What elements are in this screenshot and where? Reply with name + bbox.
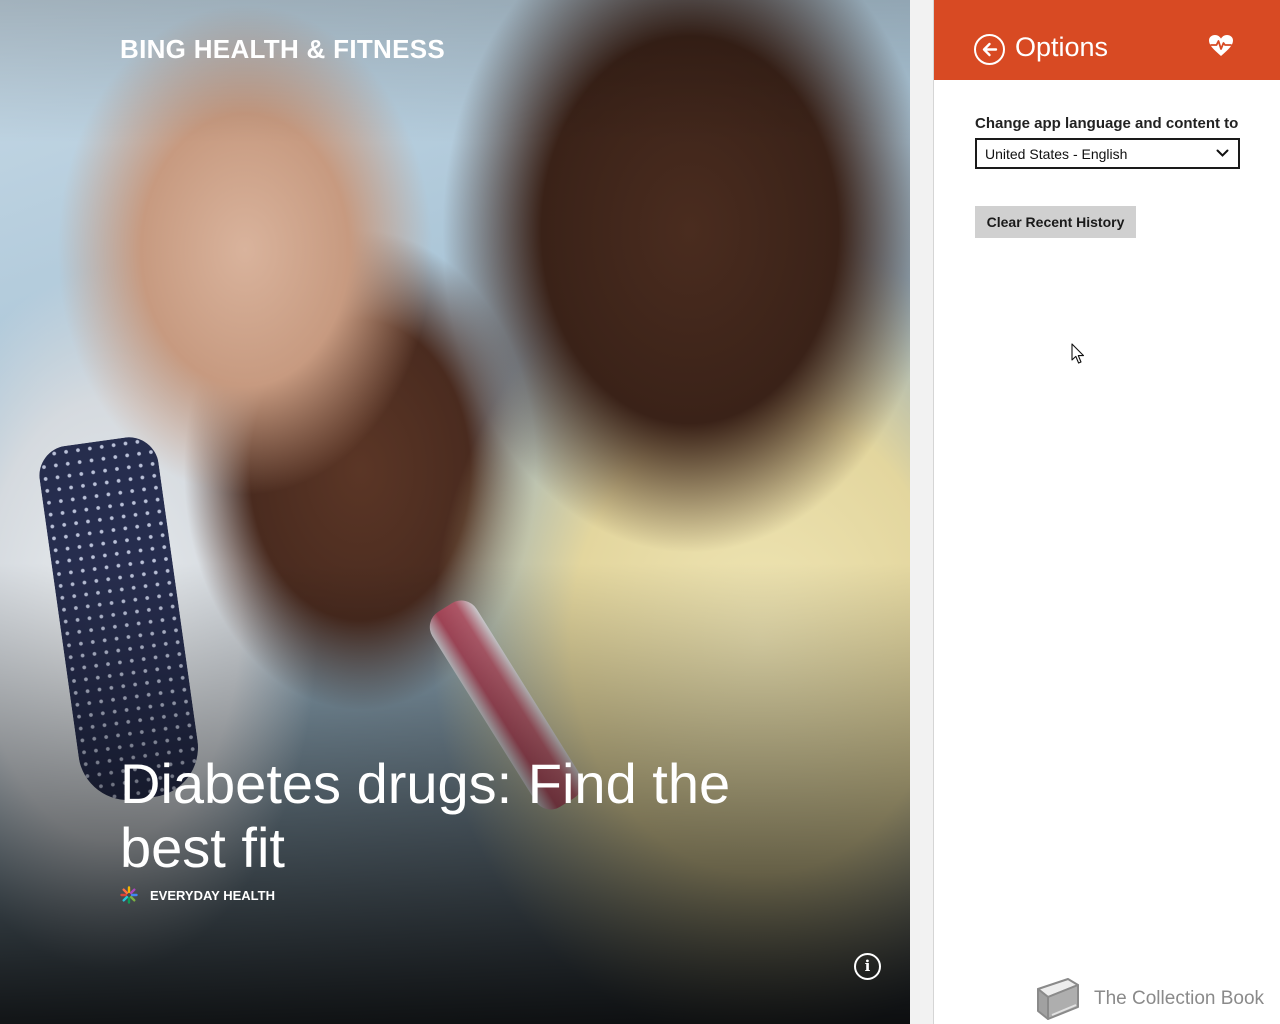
app-title: BING HEALTH & FITNESS	[120, 34, 446, 64]
clear-recent-history-button[interactable]: Clear Recent History	[975, 206, 1136, 238]
heart-pulse-icon	[1209, 35, 1233, 56]
language-select[interactable]: United States - English	[975, 138, 1240, 169]
info-icon[interactable]: i	[854, 953, 881, 980]
hero-article[interactable]: BING HEALTH & FITNESS Diabetes drugs: Fi…	[0, 0, 910, 1024]
article-headline[interactable]: Diabetes drugs: Find the best fit	[120, 752, 760, 880]
article-source-label: EVERYDAY HEALTH	[150, 887, 275, 903]
options-header: Options	[934, 0, 1280, 80]
back-arrow-glyph	[982, 42, 998, 57]
panel-divider	[910, 0, 934, 1024]
language-select-value: United States - English	[985, 145, 1128, 162]
options-title: Options	[1015, 32, 1109, 62]
language-label: Change app language and content to	[975, 115, 1239, 132]
article-source: EVERYDAY HEALTH	[120, 885, 275, 905]
options-flyout: Options Change app language and content …	[934, 0, 1280, 1024]
back-arrow-icon[interactable]	[974, 34, 1005, 65]
book-icon	[1037, 978, 1079, 1020]
chevron-down-icon	[1216, 149, 1229, 157]
watermark-text: The Collection Book	[1094, 988, 1265, 1009]
everyday-health-logo-icon	[120, 886, 138, 904]
watermark: The Collection Book	[1028, 974, 1264, 1024]
mouse-cursor-icon	[1071, 343, 1085, 364]
